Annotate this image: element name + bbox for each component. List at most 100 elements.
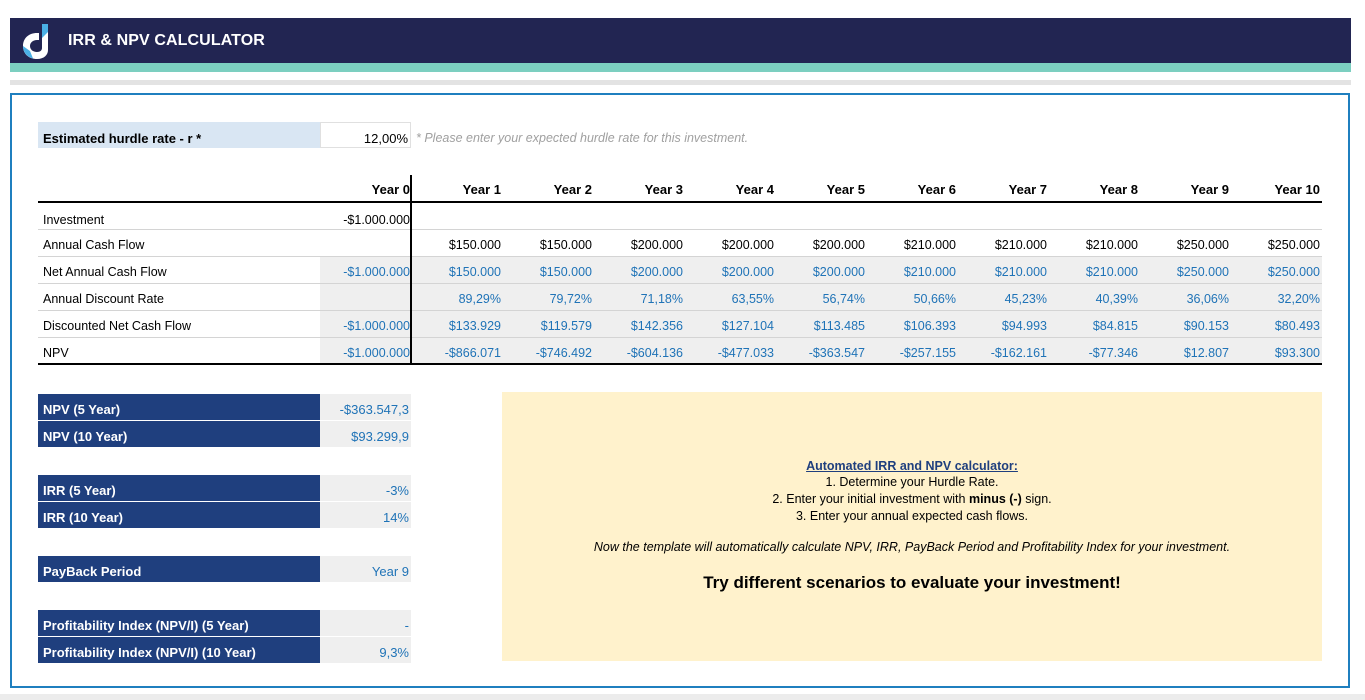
year-header: Year 8	[1099, 182, 1138, 197]
instructions-cta: Try different scenarios to evaluate your…	[703, 573, 1121, 592]
table-cell: $210.000	[1085, 265, 1138, 279]
irr-5-year-label: IRR (5 Year)	[38, 475, 320, 501]
year-header: Year 9	[1190, 182, 1229, 197]
table-cell: $119.579	[540, 319, 592, 333]
table-cell: $12.807	[1183, 346, 1229, 360]
table-cell[interactable]: $250.000	[1138, 238, 1229, 252]
bottom-band	[0, 694, 1365, 700]
table-cell: 36,06%	[1186, 292, 1229, 306]
app-title: IRR & NPV CALCULATOR	[68, 32, 265, 49]
table-cell[interactable]: $200.000	[592, 238, 683, 252]
year-header: Year 10	[1274, 182, 1320, 197]
table-cell: 79,72%	[549, 292, 592, 306]
instructions-note: Now the template will automatically calc…	[593, 540, 1231, 554]
table-cell: -$746.492	[535, 346, 592, 360]
table-cell: $210.000	[994, 265, 1047, 279]
table-cell[interactable]: $210.000	[1047, 238, 1138, 252]
irr-10-year-value: 14%	[320, 502, 411, 528]
table-cell: 50,66%	[913, 292, 956, 306]
instructions-step-2-text: 2. Enter your initial investment with	[772, 492, 969, 506]
npv-5-year-value: -$363.547,3	[320, 394, 411, 420]
table-cell: $127.104	[721, 319, 774, 333]
year-header: Year 2	[553, 182, 592, 197]
table-cell: $90.153	[1183, 319, 1229, 333]
table-cell: 56,74%	[822, 292, 865, 306]
table-cell: $200.000	[721, 265, 774, 279]
irr-10-year-label: IRR (10 Year)	[38, 502, 320, 528]
header-accent-bar	[10, 63, 1351, 72]
year-header: Year 7	[1008, 182, 1047, 197]
instructions-step-2-bold: minus (-)	[968, 492, 1022, 506]
year-header: Year 1	[462, 182, 501, 197]
header-shadow	[10, 80, 1351, 85]
row-label: Annual Cash Flow	[43, 238, 145, 252]
table-cell[interactable]: $210.000	[865, 238, 956, 252]
table-gridline	[38, 229, 1322, 230]
table-cell: 40,39%	[1095, 292, 1138, 306]
year-header: Year 5	[826, 182, 865, 197]
table-cell: -$1.000.000	[343, 319, 410, 333]
payback-period-value: Year 9	[320, 556, 411, 582]
table-cell: $80.493	[1274, 319, 1320, 333]
table-cell: 45,23%	[1004, 292, 1047, 306]
row-label: Annual Discount Rate	[43, 292, 164, 306]
table-cell: $250.000	[1267, 265, 1320, 279]
irr-5-year-value: -3%	[320, 475, 411, 501]
table-cell: -$1.000.000	[343, 265, 410, 279]
table-cell: $133.929	[448, 319, 501, 333]
payback-period-label: PayBack Period	[38, 556, 320, 582]
table-cell: -$1.000.000	[343, 346, 410, 360]
table-gridline	[38, 283, 1322, 284]
table-cell: $150.000	[448, 265, 501, 279]
table-cell[interactable]: $210.000	[956, 238, 1047, 252]
table-cell[interactable]: $200.000	[683, 238, 774, 252]
brand-logo-icon	[23, 24, 48, 59]
table-cell: $200.000	[812, 265, 865, 279]
table-cell[interactable]: $200.000	[774, 238, 865, 252]
table-cell: $106.393	[903, 319, 956, 333]
npv-5-year-label: NPV (5 Year)	[38, 394, 320, 420]
npv-10-year-label: NPV (10 Year)	[38, 421, 320, 447]
table-bottom-border	[38, 363, 1322, 365]
table-cell: -$257.155	[899, 346, 956, 360]
table-cell: -$77.346	[1088, 346, 1138, 360]
npv-10-year-value: $93.299,9	[320, 421, 411, 447]
instructions-box: Automated IRR and NPV calculator: 1. Det…	[502, 392, 1322, 661]
hurdle-rate-note: * Please enter your expected hurdle rate…	[416, 131, 749, 145]
year-header: Year 6	[917, 182, 956, 197]
profitability-index-10-year-label: Profitability Index (NPV/I) (10 Year)	[38, 637, 320, 663]
table-cell: -$477.033	[717, 346, 774, 360]
table-cell[interactable]: $150.000	[410, 238, 501, 252]
instructions-step-2-end: sign.	[1021, 492, 1052, 506]
instructions-step-2: 2. Enter your initial investment with mi…	[502, 492, 1322, 506]
table-cell[interactable]: $150.000	[501, 238, 592, 252]
row-label: NPV	[43, 346, 69, 360]
profitability-index-5-year-label: Profitability Index (NPV/I) (5 Year)	[38, 610, 320, 636]
table-cell: $150.000	[539, 265, 592, 279]
hurdle-rate-input[interactable]: 12,00%	[320, 122, 411, 148]
table-gridline	[38, 310, 1322, 311]
year-header: Year 0	[371, 182, 410, 197]
instructions-step-3: 3. Enter your annual expected cash flows…	[795, 509, 1029, 523]
row-label: Net Annual Cash Flow	[43, 265, 167, 279]
table-cell[interactable]: $250.000	[1229, 238, 1320, 252]
instructions-step-1: 1. Determine your Hurdle Rate.	[825, 475, 999, 489]
year-header: Year 3	[644, 182, 683, 197]
year-header: Year 4	[735, 182, 774, 197]
table-gridline	[38, 337, 1322, 338]
table-cell: $93.300	[1274, 346, 1320, 360]
table-cell: 32,20%	[1277, 292, 1320, 306]
table-header-border	[38, 201, 1322, 203]
table-gridline	[38, 256, 1322, 257]
table-cell[interactable]: -$1.000.000	[319, 213, 410, 227]
table-cell: $94.993	[1001, 319, 1047, 333]
instructions-title: Automated IRR and NPV calculator:	[806, 459, 1018, 473]
table-cell: $200.000	[630, 265, 683, 279]
row-label: Investment	[43, 213, 105, 227]
profitability-index-10-year-value: 9,3%	[320, 637, 411, 663]
table-cell: -$866.071	[444, 346, 501, 360]
table-cell: $113.485	[813, 319, 865, 333]
table-cell: 71,18%	[640, 292, 683, 306]
app-header: IRR & NPV CALCULATOR	[10, 18, 1351, 63]
table-cell: $250.000	[1176, 265, 1229, 279]
